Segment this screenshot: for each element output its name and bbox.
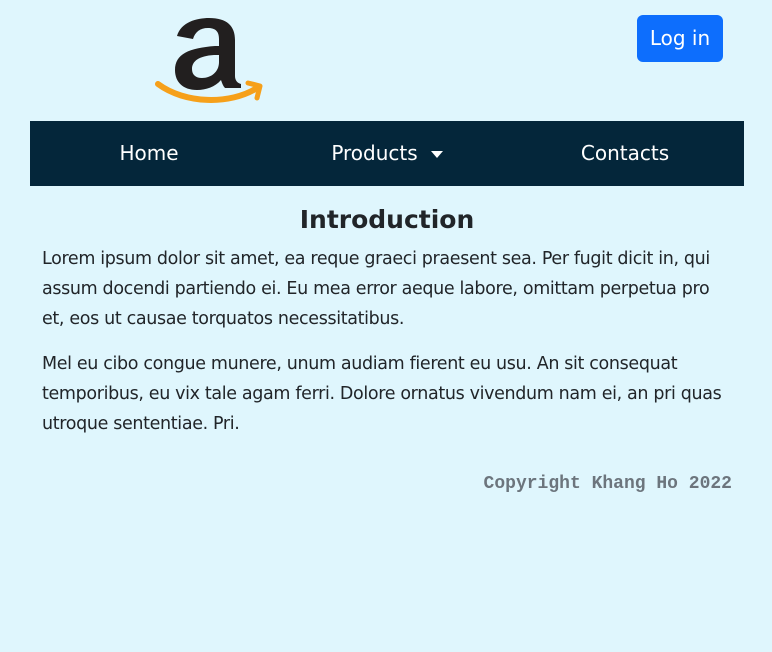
nav-item-label: Products — [331, 141, 418, 165]
nav-item-label: Home — [119, 141, 179, 165]
amazon-logo-icon[interactable] — [155, 14, 263, 106]
nav-item-contacts[interactable]: Contacts — [506, 121, 744, 186]
login-button[interactable]: Log in — [637, 15, 723, 62]
nav-item-home[interactable]: Home — [30, 121, 268, 186]
copyright-text: Copyright Khang Ho 2022 — [483, 474, 732, 494]
page-title: Introduction — [299, 205, 475, 234]
main-content: Introduction Lorem ipsum dolor sit amet,… — [42, 202, 732, 454]
intro-paragraph-1: Lorem ipsum dolor sit amet, ea reque gra… — [42, 249, 710, 329]
caret-down-icon — [430, 151, 443, 158]
nav-item-products-dropdown[interactable]: Products — [268, 121, 506, 186]
main-navbar: Home Products Contacts — [30, 121, 744, 186]
nav-item-label: Contacts — [580, 141, 670, 165]
intro-paragraph-2: Mel eu cibo congue munere, unum audiam f… — [42, 354, 722, 434]
